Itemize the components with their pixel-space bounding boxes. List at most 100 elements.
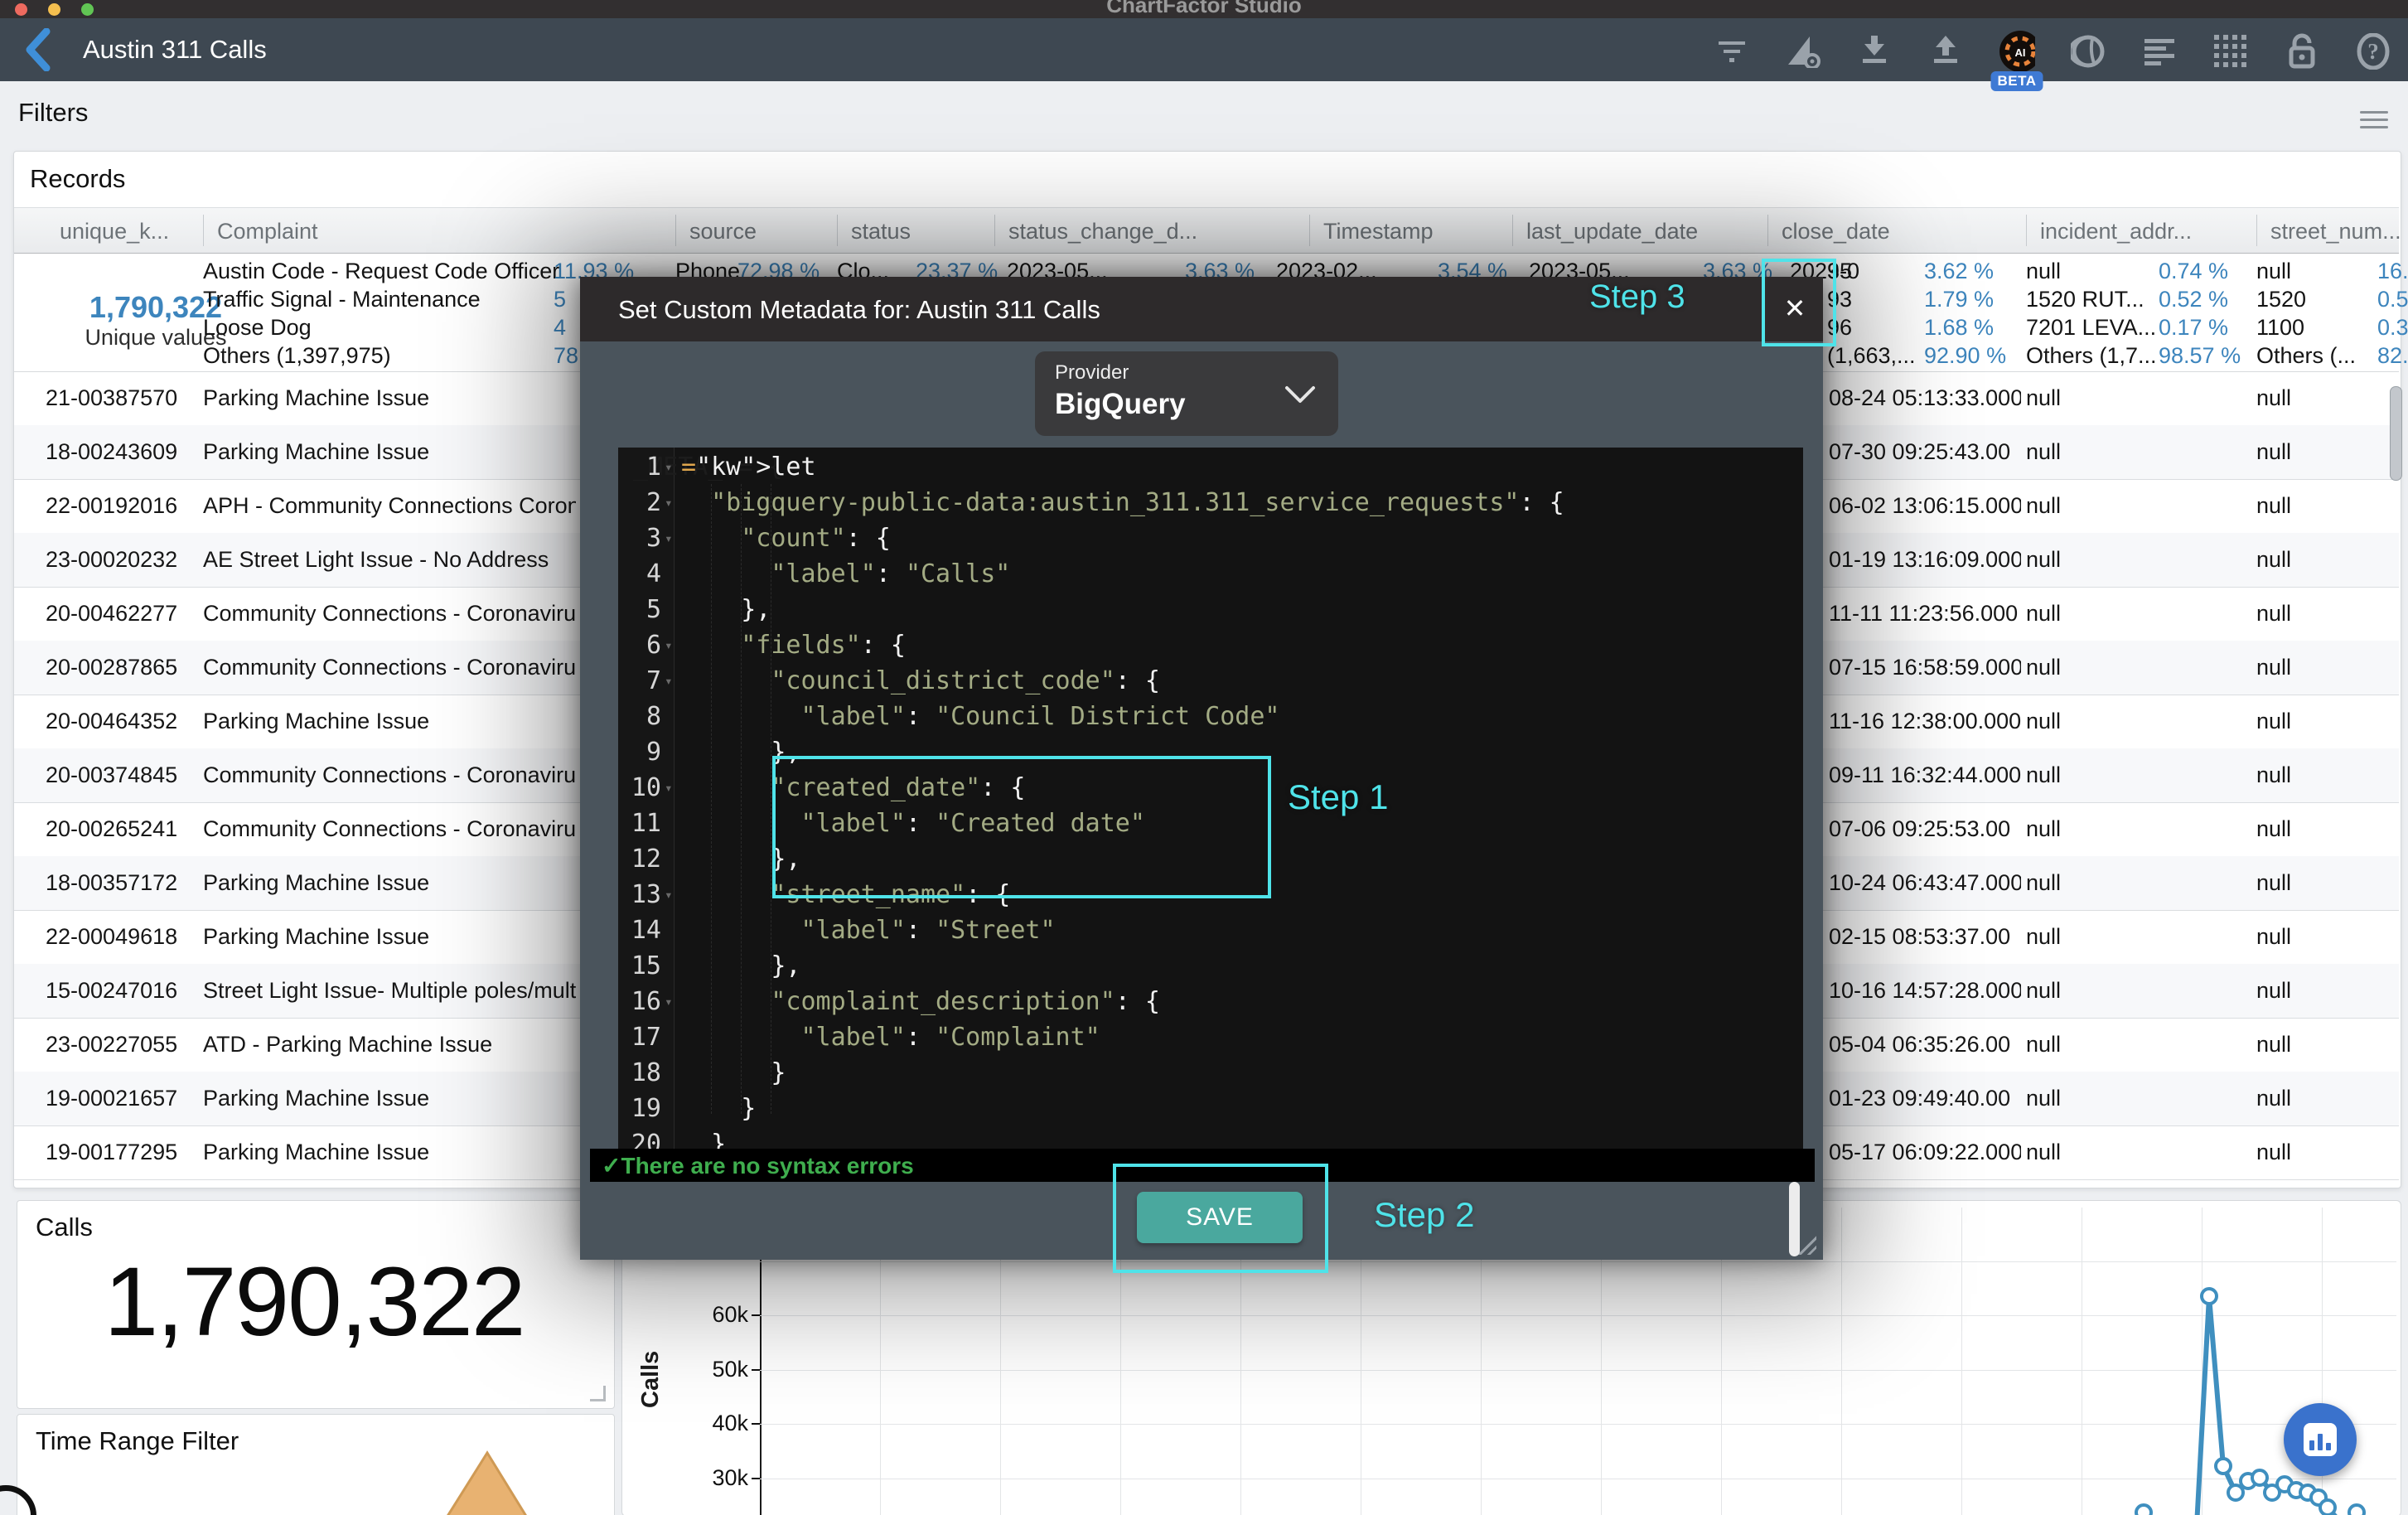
summary-street-value: 1100	[2256, 315, 2304, 341]
summary-complaint: Traffic Signal - Maintenance	[203, 287, 481, 312]
cell-close-date: 10-24 06:43:47.000	[1829, 870, 2021, 896]
cell-complaint: Parking Machine Issue	[203, 385, 576, 411]
cell-complaint: Community Connections - Coronavirus	[203, 655, 576, 680]
cell-street-num: null	[2256, 385, 2389, 411]
column-header[interactable]: unique_k...	[60, 219, 169, 244]
step2-label: Step 2	[1374, 1195, 1474, 1235]
summary-incident-value: null	[2026, 259, 2061, 284]
cell-incident-addr: null	[2026, 870, 2175, 896]
column-header[interactable]: close_date	[1782, 219, 1890, 244]
summary-complaint: Loose Dog	[203, 315, 312, 341]
code-line[interactable]: 19 }	[618, 1091, 1803, 1126]
summary-street-pct: 0.5	[2377, 287, 2408, 312]
cell-street-num: null	[2256, 1086, 2389, 1111]
summary-incident-value: Others (1,7...	[2026, 343, 2157, 369]
cell-unique-key: 22-00049618	[46, 924, 195, 950]
toolbar-icons: AIBETA?	[1714, 27, 2391, 76]
calls-card-title: Calls	[36, 1212, 93, 1242]
summary-street-pct: 0.3	[2377, 315, 2408, 341]
chart-type-fab-button[interactable]	[2284, 1403, 2357, 1476]
column-divider	[203, 215, 204, 246]
cell-close-date: 01-19 13:16:09.000	[1829, 547, 2021, 573]
column-header[interactable]: status_change_d...	[1008, 219, 1197, 244]
cell-unique-key: 23-00020232	[46, 547, 195, 573]
cell-incident-addr: null	[2026, 709, 2175, 734]
summary-close-pct: 3.62 %	[1924, 259, 1994, 284]
upload-icon[interactable]	[1927, 33, 1964, 70]
help-icon[interactable]: ?	[2355, 33, 2391, 70]
code-line[interactable]: 7▾ "council_district_code": {	[618, 663, 1803, 699]
cell-incident-addr: null	[2026, 762, 2175, 788]
list-icon[interactable]	[2141, 33, 2178, 70]
step2-highlight-box	[1113, 1164, 1328, 1273]
summary-incident-value: 7201 LEVA...	[2026, 315, 2156, 341]
download-icon[interactable]	[1856, 33, 1893, 70]
filter-icon[interactable]	[1714, 33, 1750, 70]
cell-unique-key: 20-00462277	[46, 601, 195, 627]
code-line[interactable]: 3▾ "count": {	[618, 520, 1803, 556]
cell-close-date: 11-16 12:38:00.000	[1829, 709, 2021, 734]
cell-close-date: 07-30 09:25:43.00	[1829, 439, 2021, 465]
editor-scrollbar[interactable]	[1789, 1182, 1800, 1256]
code-line[interactable]: 14 "label": "Street"	[618, 912, 1803, 948]
cell-street-num: null	[2256, 1140, 2389, 1165]
step1-label: Step 1	[1288, 777, 1388, 817]
cell-incident-addr: null	[2026, 924, 2175, 950]
cell-complaint: AE Street Light Issue - No Address	[203, 547, 576, 573]
app-title: ChartFactor Studio	[0, 0, 2408, 18]
cell-street-num: null	[2256, 655, 2389, 680]
globe-icon[interactable]	[2070, 33, 2106, 70]
code-line[interactable]: 15 },	[618, 948, 1803, 984]
code-line[interactable]: 16▾ "complaint_description": {	[618, 984, 1803, 1019]
page: ChartFactor Studio Austin 311 Calls AIBE…	[0, 0, 2408, 1515]
time-range-spike-chart[interactable]	[415, 1448, 581, 1515]
summary-complaint: Others (1,397,975)	[203, 343, 391, 369]
cell-close-date: 06-02 13:06:15.000	[1829, 493, 2021, 519]
mac-title-bar: ChartFactor Studio	[0, 0, 2408, 18]
column-divider	[675, 215, 676, 246]
column-header[interactable]: status	[851, 219, 911, 244]
cell-street-num: null	[2256, 762, 2389, 788]
cell-complaint: Community Connections - Coronavirus	[203, 762, 576, 788]
table-scrollbar[interactable]	[2390, 386, 2402, 481]
summary-incident-pct: 98.57 %	[2159, 343, 2241, 369]
code-line[interactable]: 2▾ "bigquery-public-data:austin_311.311_…	[618, 485, 1803, 520]
code-line[interactable]: 18 }	[618, 1055, 1803, 1091]
resize-corner-icon[interactable]	[590, 1386, 606, 1401]
summary-street-pct: 16.4	[2377, 259, 2408, 284]
cell-incident-addr: null	[2026, 493, 2175, 519]
column-header[interactable]: source	[689, 219, 757, 244]
cell-unique-key: 18-00357172	[46, 870, 195, 896]
summary-incident-pct: 0.17 %	[2159, 315, 2228, 341]
column-header[interactable]: Complaint	[217, 219, 318, 244]
cell-street-num: null	[2256, 493, 2389, 519]
code-line[interactable]: 8 "label": "Council District Code"	[618, 699, 1803, 734]
step3-label: Step 3	[1589, 278, 1685, 316]
code-line[interactable]: 5 },	[618, 592, 1803, 627]
code-line[interactable]: 1▾="kw">let _META_ = {	[618, 449, 1803, 485]
column-divider	[994, 215, 995, 246]
code-line[interactable]: 17 "label": "Complaint"	[618, 1019, 1803, 1055]
chart-settings-icon[interactable]	[1785, 33, 1821, 70]
menu-icon[interactable]	[2360, 106, 2388, 126]
grid-icon[interactable]	[2212, 33, 2249, 70]
column-header[interactable]: incident_addr...	[2040, 219, 2192, 244]
back-button[interactable]	[23, 28, 51, 75]
lock-icon[interactable]	[2284, 33, 2320, 70]
code-line[interactable]: 6▾ "fields": {	[618, 627, 1803, 663]
provider-dropdown[interactable]: Provider BigQuery	[1035, 351, 1338, 436]
cell-unique-key: 20-00287865	[46, 655, 195, 680]
cell-unique-key: 22-00192016	[46, 493, 195, 519]
cell-complaint: Parking Machine Issue	[203, 709, 576, 734]
column-divider	[2256, 215, 2257, 246]
column-header[interactable]: street_num...	[2270, 219, 2401, 244]
summary-street-pct: 82.6	[2377, 343, 2408, 369]
summary-street-value: null	[2256, 259, 2291, 284]
ai-assistant-icon[interactable]: AIBETA	[1999, 33, 2035, 70]
code-line[interactable]: 4 "label": "Calls"	[618, 556, 1803, 592]
code-line[interactable]: 20 }	[618, 1126, 1803, 1149]
cell-close-date: 05-17 06:09:22.000	[1829, 1140, 2021, 1165]
column-header[interactable]: last_update_date	[1526, 219, 1698, 244]
summary-close-pct: 1.79 %	[1924, 287, 1994, 312]
column-header[interactable]: Timestamp	[1323, 219, 1434, 244]
